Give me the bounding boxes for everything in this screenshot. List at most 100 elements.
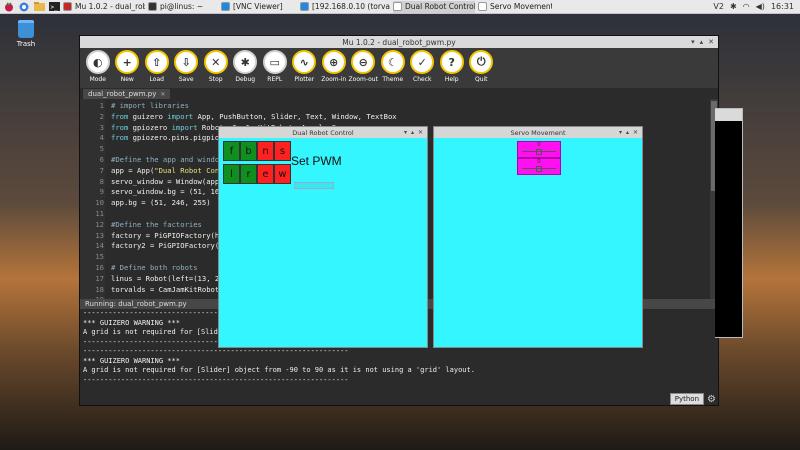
code-token: from [111, 122, 129, 132]
maximize-icon[interactable]: ▴ [411, 129, 414, 136]
taskbar-window-button[interactable]: Mu 1.0.2 - dual_robot... [63, 1, 145, 13]
close-icon[interactable]: ✕ [418, 129, 423, 136]
taskbar-window-button[interactable]: [192.168.0.10 (torval... [300, 1, 390, 13]
code-token: #Define the app and window [111, 154, 224, 164]
toolbar-button-label: Quit [474, 76, 488, 83]
repl-button[interactable]: ▭ REPL [260, 48, 290, 83]
robot-button-b[interactable]: b [240, 141, 257, 161]
mode-badge[interactable]: Python [669, 393, 705, 405]
dual-robot-control-window: Dual Robot Control ▾ ▴ ✕ fbns lrew Set PW… [218, 126, 428, 348]
taskbar-window-button[interactable]: Servo Movement [478, 1, 552, 13]
file-manager-icon[interactable] [33, 1, 45, 12]
line-number: 11 [95, 208, 104, 218]
code-token: #Define the factories [111, 219, 202, 229]
toolbar-button-label: Help [444, 76, 459, 83]
tab-dual-robot-pwm[interactable]: dual_robot_pwm.py ✕ [83, 89, 171, 99]
code-token: "Dual Robot Contr [154, 165, 228, 175]
window-app-icon [148, 2, 157, 11]
line-number: 16 [95, 262, 104, 272]
repl-line: A grid is not required for [Slider] obje… [83, 366, 475, 374]
dual-robot-title-bar[interactable]: Dual Robot Control ▾ ▴ ✕ [219, 127, 427, 138]
new-button[interactable]: + New [113, 48, 143, 83]
pwm-textbox[interactable] [294, 182, 334, 189]
tab-bar: dual_robot_pwm.py ✕ [80, 88, 718, 99]
robot-button-r[interactable]: r [240, 164, 257, 184]
line-number: 6 [99, 154, 104, 164]
zoom-in-button[interactable]: ⊕ Zoom-in [319, 48, 349, 83]
wifi-icon[interactable]: ◠ [743, 2, 750, 11]
volume-icon[interactable]: ◀) [756, 2, 765, 11]
theme-button[interactable]: ☾ Theme [378, 48, 408, 83]
code-token: servo_window = Window(app, [111, 176, 224, 186]
line-number: 10 [95, 198, 104, 208]
code-token: servo_window.bg = (51, 165, [111, 187, 228, 197]
slider-knob[interactable] [536, 149, 542, 155]
quit-icon: ⏻ [469, 50, 494, 74]
theme-icon: ☾ [380, 50, 405, 74]
robot-button-n[interactable]: n [257, 141, 274, 161]
quit-button[interactable]: ⏻ Quit [467, 48, 497, 83]
terminal-launcher-icon[interactable]: >_ [48, 1, 60, 12]
robot-button-f[interactable]: f [223, 141, 240, 161]
debug-icon: ✱ [233, 50, 258, 74]
code-token: from [111, 133, 129, 143]
robot-button-l[interactable]: l [223, 164, 240, 184]
window-app-icon [221, 2, 230, 11]
line-number: 3 [99, 122, 104, 132]
help-button[interactable]: ? Help [437, 48, 467, 83]
svg-text:>_: >_ [50, 4, 58, 11]
debug-button[interactable]: ✱ Debug [231, 48, 261, 83]
mode-button[interactable]: ◐ Mode [83, 48, 113, 83]
trash-desktop-icon[interactable]: Trash [12, 20, 40, 48]
raspberry-menu-icon[interactable] [3, 1, 15, 12]
minimize-icon[interactable]: ▾ [619, 129, 622, 136]
toolbar-button-label: Save [178, 76, 194, 83]
load-button[interactable]: ⇧ Load [142, 48, 172, 83]
servo-title-bar[interactable]: Servo Movement ▾ ▴ ✕ [434, 127, 642, 138]
taskbar-window-button[interactable]: pi@linus: ~ [148, 1, 218, 13]
taskbar-button-label: [VNC Viewer] [233, 2, 283, 11]
line-number: 8 [99, 176, 104, 186]
taskbar-button-label: Servo Movement [490, 2, 552, 11]
line-number: 4 [99, 133, 104, 143]
minimize-icon[interactable]: ▾ [404, 129, 407, 136]
running-label: Running: dual_robot_pwm.py [85, 300, 187, 308]
bluetooth-icon[interactable]: ✱ [730, 2, 737, 11]
close-icon[interactable]: ✕ [708, 38, 714, 46]
vnc-tray-icon[interactable]: V2 [713, 2, 724, 11]
plotter-button[interactable]: ∿ Plotter [290, 48, 320, 83]
terminal-title-bar[interactable] [715, 109, 742, 121]
taskbar-button-label: [192.168.0.10 (torval... [312, 2, 390, 11]
servo-slider[interactable]: 0 [517, 158, 561, 175]
save-button[interactable]: ⇩ Save [172, 48, 202, 83]
check-icon: ✓ [410, 50, 435, 74]
mu-title-bar[interactable]: Mu 1.0.2 - dual_robot_pwm.py ▾ ▴ ✕ [80, 36, 718, 48]
tab-close-icon[interactable]: ✕ [160, 91, 165, 98]
code-token: App, PushButton, Slider, Text, Window, T… [193, 111, 397, 121]
robot-button-w[interactable]: w [274, 164, 291, 184]
code-line: 2 from guizero import App, PushButton, Sl… [84, 112, 397, 123]
servo-slider[interactable]: 0 [517, 141, 561, 158]
browser-icon[interactable] [18, 1, 30, 12]
stop-button[interactable]: ✕ Stop [201, 48, 231, 83]
window-app-icon [478, 2, 487, 11]
slider-knob[interactable] [536, 166, 542, 172]
toolbar-button-label: Theme [382, 76, 404, 83]
maximize-icon[interactable]: ▴ [626, 129, 629, 136]
check-button[interactable]: ✓ Check [408, 48, 438, 83]
taskbar-window-button[interactable]: [VNC Viewer] [221, 1, 297, 13]
window-app-icon [393, 2, 402, 11]
trash-icon [18, 20, 34, 38]
taskbar-window-button[interactable]: Dual Robot Control [393, 0, 475, 13]
close-icon[interactable]: ✕ [633, 129, 638, 136]
load-icon: ⇧ [144, 50, 169, 74]
repl-icon: ▭ [262, 50, 287, 74]
zoom-out-button[interactable]: ⊖ Zoom-out [349, 48, 379, 83]
code-token: app = App( [111, 165, 155, 175]
maximize-icon[interactable]: ▴ [700, 38, 704, 46]
minimize-icon[interactable]: ▾ [691, 38, 695, 46]
robot-button-e[interactable]: e [257, 164, 274, 184]
gear-icon[interactable]: ⚙ [707, 394, 716, 405]
clock[interactable]: 16:31 [771, 2, 794, 11]
robot-button-s[interactable]: s [274, 141, 291, 161]
